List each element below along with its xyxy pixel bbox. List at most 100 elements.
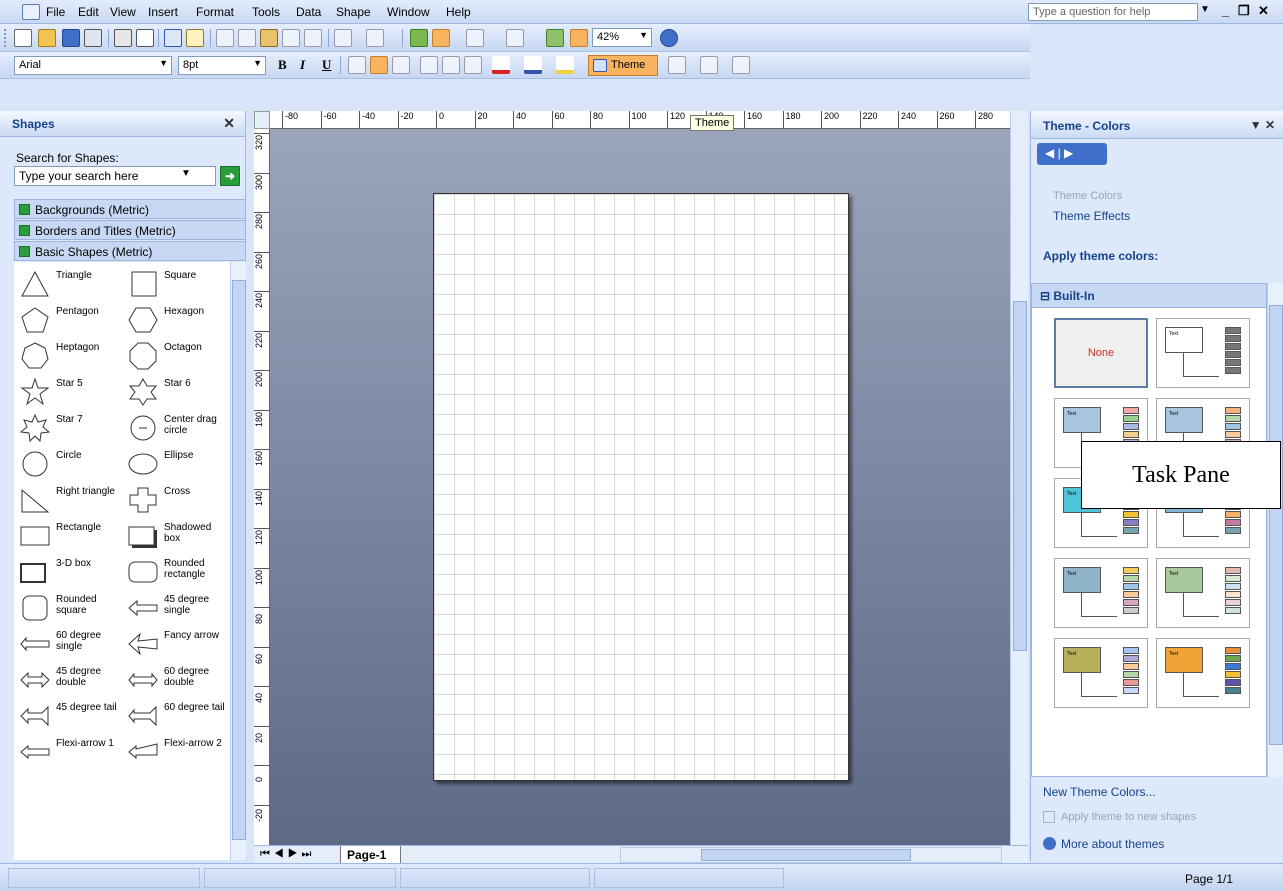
shape-cross[interactable]: Cross bbox=[122, 482, 230, 518]
shape-star6[interactable]: Star 6 bbox=[122, 374, 230, 410]
close-window-icon[interactable]: ✕ bbox=[1258, 3, 1269, 19]
drawing-canvas[interactable] bbox=[270, 129, 1010, 845]
copy-icon[interactable] bbox=[238, 29, 256, 47]
theme-color-tile[interactable]: Text bbox=[1054, 558, 1148, 628]
stencil-backgrounds[interactable]: Backgrounds (Metric) bbox=[14, 199, 246, 219]
shape-60-degree-single[interactable]: 60 degree single bbox=[14, 626, 122, 662]
shape-triangle[interactable]: Triangle bbox=[14, 266, 122, 302]
restore-icon[interactable]: ❐ bbox=[1238, 3, 1250, 19]
pointer-tool-icon[interactable] bbox=[432, 29, 450, 47]
shape-octagon[interactable]: Octagon bbox=[122, 338, 230, 374]
built-in-group-header[interactable]: ⊟ Built-In bbox=[1032, 284, 1266, 308]
save-icon[interactable] bbox=[62, 29, 80, 47]
theme-button[interactable]: Theme bbox=[588, 55, 658, 76]
shape-flexi-arrow-1[interactable]: Flexi-arrow 1 bbox=[14, 734, 122, 770]
help-icon[interactable] bbox=[660, 29, 678, 47]
align-left-icon[interactable] bbox=[348, 56, 366, 74]
shape-center-drag-circle[interactable]: Center drag circle bbox=[122, 410, 230, 446]
menu-tools[interactable]: Tools bbox=[252, 5, 280, 19]
print-preview-icon[interactable] bbox=[136, 29, 154, 47]
canvas-horizontal-scrollbar[interactable] bbox=[620, 847, 1002, 863]
font-dropdown-icon[interactable]: ▼ bbox=[159, 58, 168, 68]
cut-icon[interactable] bbox=[216, 29, 234, 47]
shape-3d-box[interactable]: 3-D box bbox=[14, 554, 122, 590]
more-about-themes-link[interactable]: More about themes bbox=[1043, 837, 1164, 851]
spelling-icon[interactable] bbox=[164, 29, 182, 47]
toolbar-grip[interactable] bbox=[4, 29, 7, 47]
new-document-icon[interactable] bbox=[14, 29, 32, 47]
theme-color-tile[interactable]: Text bbox=[1156, 638, 1250, 708]
align-right-icon[interactable] bbox=[392, 56, 410, 74]
minimize-icon[interactable]: _ bbox=[1222, 3, 1229, 18]
link-theme-colors[interactable]: Theme Colors bbox=[1053, 190, 1122, 202]
font-size-select[interactable]: 8pt ▼ bbox=[178, 56, 266, 75]
new-theme-colors-link[interactable]: New Theme Colors... bbox=[1043, 785, 1155, 799]
research-icon[interactable] bbox=[186, 29, 204, 47]
line-pattern-icon[interactable] bbox=[700, 56, 718, 74]
shape-ellipse[interactable]: Ellipse bbox=[122, 446, 230, 482]
shape-heptagon[interactable]: Heptagon bbox=[14, 338, 122, 374]
delete-icon[interactable] bbox=[282, 29, 300, 47]
page-tab-page-1[interactable]: Page-1 bbox=[340, 846, 402, 864]
menu-format[interactable]: Format bbox=[196, 5, 234, 19]
shape-shadowed-box[interactable]: Shadowed box bbox=[122, 518, 230, 554]
shape-45-degree-tail[interactable]: 45 degree tail bbox=[14, 698, 122, 734]
menu-data[interactable]: Data bbox=[296, 5, 321, 19]
link-theme-effects[interactable]: Theme Effects bbox=[1053, 209, 1130, 223]
underline-icon[interactable]: U bbox=[322, 57, 331, 73]
shape-right-triangle[interactable]: Right triangle bbox=[14, 482, 122, 518]
canvas-vertical-scrollbar[interactable] bbox=[1010, 111, 1028, 845]
close-icon[interactable]: ✕ bbox=[223, 115, 235, 132]
stencil-basic-shapes[interactable]: Basic Shapes (Metric) bbox=[14, 241, 246, 261]
search-dropdown-icon[interactable]: ▼ bbox=[181, 168, 197, 184]
stencil-borders-titles[interactable]: Borders and Titles (Metric) bbox=[14, 220, 246, 240]
text-tool-icon[interactable] bbox=[506, 29, 524, 47]
shape-rounded-rectangle[interactable]: Rounded rectangle bbox=[122, 554, 230, 590]
drawing-page[interactable] bbox=[433, 193, 849, 781]
zoom-dropdown-icon[interactable]: ▼ bbox=[639, 30, 648, 40]
stencil-scrollbar[interactable] bbox=[230, 262, 246, 860]
fill-color-icon[interactable] bbox=[556, 56, 574, 74]
font-color-icon[interactable] bbox=[492, 56, 510, 74]
menu-shape[interactable]: Shape bbox=[336, 5, 371, 19]
menu-help[interactable]: Help bbox=[446, 5, 471, 19]
pan-zoom-icon[interactable] bbox=[570, 29, 588, 47]
shape-pentagon[interactable]: Pentagon bbox=[14, 302, 122, 338]
bold-icon[interactable]: B bbox=[278, 57, 287, 73]
theme-none-tile[interactable]: None bbox=[1054, 318, 1148, 388]
zoom-select[interactable]: 42% ▼ bbox=[592, 28, 652, 47]
gallery-scroll-thumb[interactable] bbox=[1269, 305, 1283, 745]
bullets-icon[interactable] bbox=[420, 56, 438, 74]
shape-star5[interactable]: Star 5 bbox=[14, 374, 122, 410]
increase-indent-icon[interactable] bbox=[464, 56, 482, 74]
open-folder-icon[interactable] bbox=[38, 29, 56, 47]
align-center-icon[interactable] bbox=[370, 56, 388, 74]
shape-fancy-arrow[interactable]: Fancy arrow bbox=[122, 626, 230, 662]
stencil-scroll-thumb[interactable] bbox=[232, 280, 246, 840]
shape-circle[interactable]: Circle bbox=[14, 446, 122, 482]
shape-rounded-square[interactable]: Rounded square bbox=[14, 590, 122, 626]
undo-icon[interactable] bbox=[334, 29, 352, 47]
apply-theme-new-shapes-checkbox[interactable]: Apply theme to new shapes bbox=[1043, 811, 1196, 823]
help-dropdown-icon[interactable]: ▼ bbox=[1200, 4, 1210, 15]
theme-color-tile[interactable]: Text bbox=[1156, 318, 1250, 388]
connector-tool-icon[interactable] bbox=[466, 29, 484, 47]
font-size-dropdown-icon[interactable]: ▼ bbox=[253, 58, 262, 68]
help-question-input[interactable]: Type a question for help bbox=[1028, 3, 1198, 21]
task-pane-nav-buttons[interactable]: ◀ | ▶ bbox=[1037, 143, 1107, 165]
line-color-icon[interactable] bbox=[524, 56, 542, 74]
search-go-button[interactable]: ➜ bbox=[220, 166, 240, 186]
shape-hexagon[interactable]: Hexagon bbox=[122, 302, 230, 338]
shape-square[interactable]: Square bbox=[122, 266, 230, 302]
print-icon[interactable] bbox=[114, 29, 132, 47]
decrease-indent-icon[interactable] bbox=[442, 56, 460, 74]
menu-file[interactable]: File bbox=[46, 5, 65, 19]
font-select[interactable]: Arial ▼ bbox=[14, 56, 172, 75]
permission-icon[interactable] bbox=[84, 29, 102, 47]
line-ends-icon[interactable] bbox=[732, 56, 750, 74]
page-navigation-icon[interactable]: ⏮◀▶⏭ bbox=[260, 848, 315, 861]
shape-rectangle[interactable]: Rectangle bbox=[14, 518, 122, 554]
canvas-hscroll-thumb[interactable] bbox=[701, 849, 911, 861]
shape-60-degree-tail[interactable]: 60 degree tail bbox=[122, 698, 230, 734]
shape-flexi-arrow-2[interactable]: Flexi-arrow 2 bbox=[122, 734, 230, 770]
